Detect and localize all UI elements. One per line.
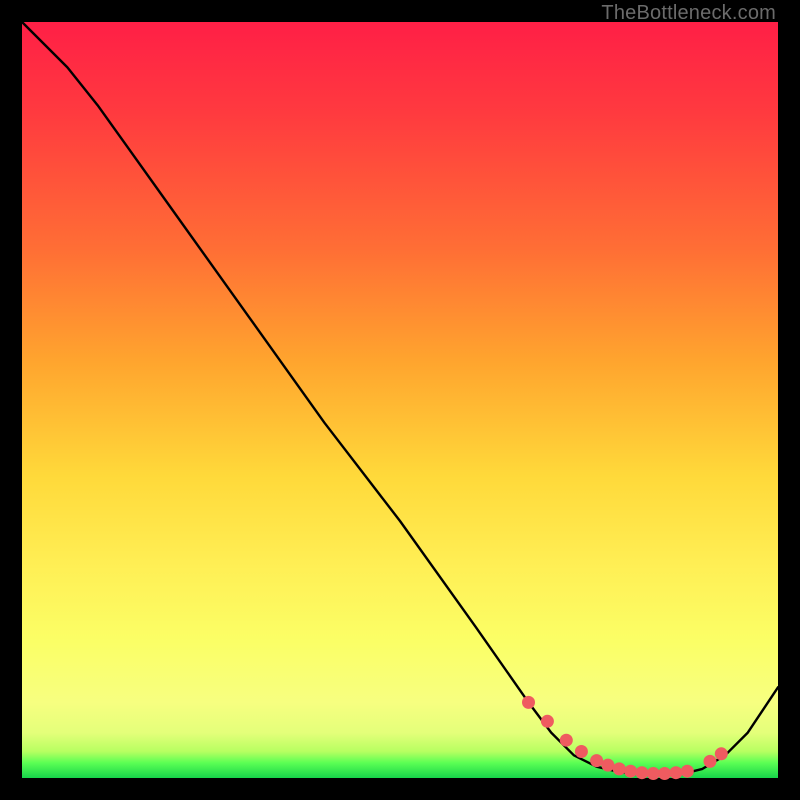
trough-dot bbox=[575, 745, 588, 758]
trough-dot bbox=[613, 762, 626, 775]
bottleneck-curve bbox=[22, 22, 778, 774]
trough-dot bbox=[590, 754, 603, 767]
trough-dot bbox=[541, 715, 554, 728]
chart-svg bbox=[22, 22, 778, 778]
trough-dot bbox=[681, 765, 694, 778]
watermark-text: TheBottleneck.com bbox=[601, 2, 776, 25]
trough-dot bbox=[647, 767, 660, 780]
trough-dot bbox=[669, 766, 682, 779]
trough-dot bbox=[522, 696, 535, 709]
trough-dot bbox=[704, 755, 717, 768]
trough-dot bbox=[635, 766, 648, 779]
trough-dot bbox=[624, 765, 637, 778]
trough-dot bbox=[715, 747, 728, 760]
trough-dot bbox=[560, 734, 573, 747]
chart-frame: TheBottleneck.com bbox=[0, 0, 800, 800]
trough-dot bbox=[658, 767, 671, 780]
trough-dot bbox=[601, 759, 614, 772]
trough-dots bbox=[522, 696, 728, 780]
